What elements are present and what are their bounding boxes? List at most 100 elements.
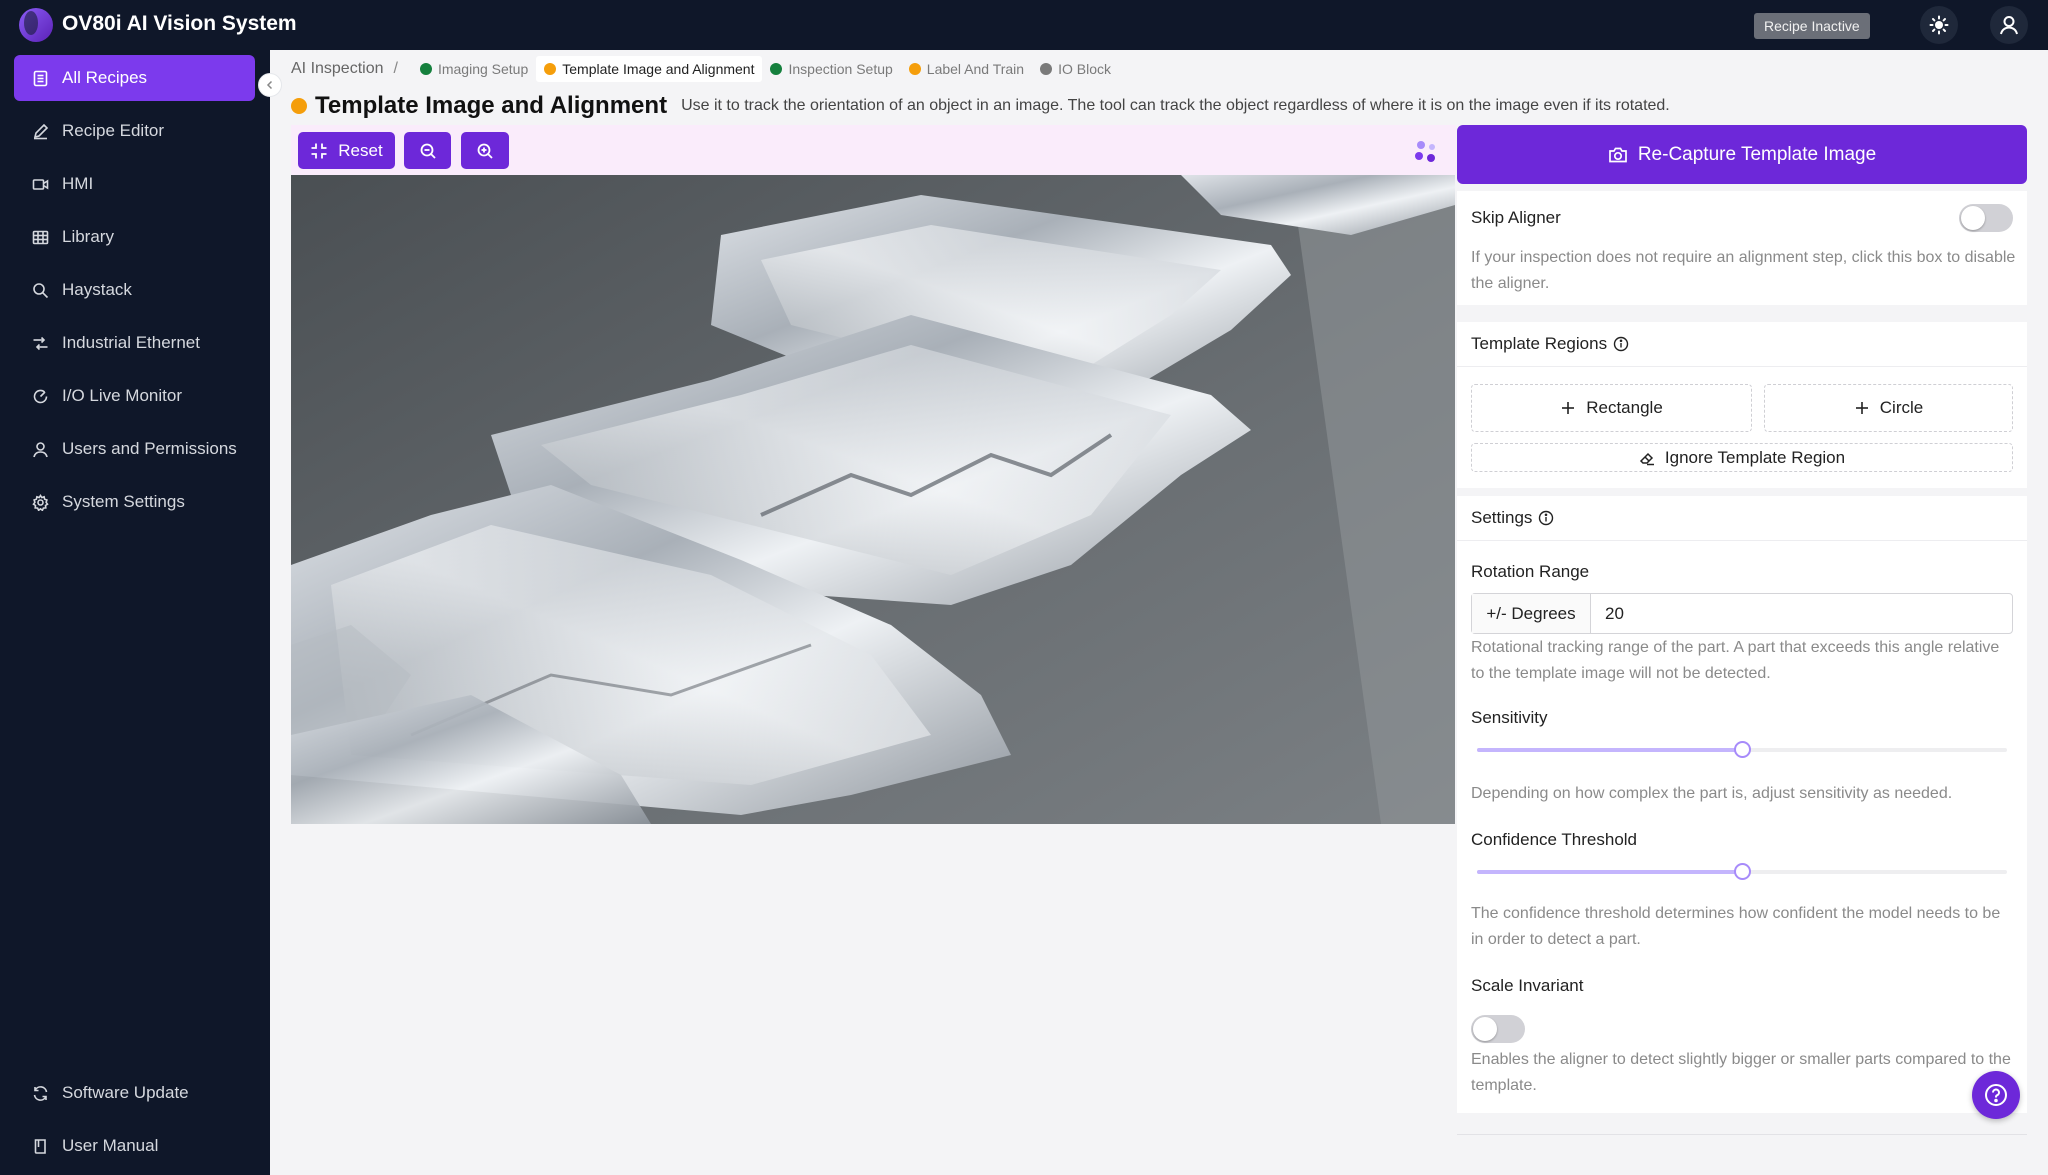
sidebar-item-industrial-ethernet[interactable]: Industrial Ethernet (14, 320, 255, 366)
zoom-out-icon (420, 143, 436, 159)
divider (1457, 540, 2027, 541)
skip-aligner-help: If your inspection does not require an a… (1471, 249, 2016, 292)
reset-button[interactable]: Reset (298, 132, 395, 169)
rectangle-label: Rectangle (1586, 398, 1663, 417)
sidebar-item-label: Recipe Editor (62, 121, 165, 140)
image-toolbar: Reset (291, 125, 1456, 175)
sidebar-item-system-settings[interactable]: System Settings (14, 479, 255, 525)
slider-fill (1477, 870, 1742, 874)
scale-invariant-help: Enables the aligner to detect slightly b… (1471, 1051, 2011, 1094)
confidence-threshold-slider[interactable] (1477, 863, 2007, 880)
plus-icon (1562, 402, 1575, 414)
zoom-in-icon (477, 143, 493, 159)
slider-handle[interactable] (1734, 863, 1751, 880)
step-label: Template Image and Alignment (562, 61, 755, 77)
help-button[interactable] (1972, 1071, 2020, 1119)
sidebar-item-all-recipes[interactable]: All Recipes (14, 55, 255, 101)
alignment-settings-panel: Re-Capture Template Image Skip Aligner I… (1457, 125, 2027, 1135)
step-label: Label And Train (926, 61, 1025, 77)
skip-aligner-toggle[interactable] (1959, 204, 2013, 232)
info-icon[interactable] (1538, 510, 1554, 526)
step-label: IO Block (1058, 61, 1111, 77)
refresh-icon (33, 1085, 48, 1101)
recipe-status-badge: Recipe Inactive (1754, 13, 1870, 39)
scale-invariant-toggle[interactable] (1471, 1015, 1525, 1043)
breadcrumb: AI Inspection / Imaging Setup Template I… (291, 56, 1119, 82)
zoom-out-button[interactable] (404, 132, 451, 169)
circle-label: Circle (1879, 398, 1924, 417)
reset-label: Reset (338, 140, 383, 160)
step-label: Imaging Setup (437, 61, 529, 77)
step-label: Inspection Setup (788, 61, 893, 77)
sidebar-item-label: Software Update (62, 1083, 189, 1102)
recapture-label: Re-Capture Template Image (1637, 143, 1877, 165)
confidence-threshold-label: Confidence Threshold (1471, 830, 1638, 849)
status-dot (419, 63, 432, 75)
template-image-canvas[interactable] (291, 175, 1455, 824)
sidebar-item-label: HMI (62, 174, 94, 193)
eraser-icon (1639, 452, 1654, 465)
sidebar-item-user-manual[interactable]: User Manual (14, 1123, 255, 1169)
status-dot (544, 63, 557, 75)
settings-title: Settings (1471, 508, 1533, 527)
step-inspection-setup[interactable]: Inspection Setup (762, 56, 900, 82)
user-icon (33, 441, 48, 457)
breadcrumb-root[interactable]: AI Inspection (291, 60, 384, 78)
step-template-image-alignment[interactable]: Template Image and Alignment (536, 56, 763, 82)
grid-icon (32, 230, 49, 244)
sidebar-item-label: I/O Live Monitor (62, 386, 182, 405)
rotation-range-label: Rotation Range (1471, 562, 1590, 581)
top-bar: OV80i AI Vision System Recipe Inactive (0, 0, 2048, 50)
sensitivity-help: Depending on how complex the part is, ad… (1471, 785, 1953, 802)
sidebar-item-software-update[interactable]: Software Update (14, 1070, 255, 1116)
add-circle-button[interactable]: Circle (1764, 384, 2013, 432)
slider-fill (1477, 748, 1742, 752)
sensitivity-label: Sensitivity (1471, 708, 1548, 727)
step-io-block[interactable]: IO Block (1032, 56, 1119, 82)
rotation-range-input[interactable] (1591, 594, 2012, 633)
sensitivity-slider[interactable] (1477, 741, 2007, 758)
chevron-left-icon (266, 80, 273, 90)
sidebar-item-library[interactable]: Library (14, 214, 255, 260)
sidebar-item-io-live-monitor[interactable]: I/O Live Monitor (14, 373, 255, 419)
info-icon[interactable] (1613, 336, 1629, 352)
divider (1457, 366, 2027, 367)
sidebar-collapse-button[interactable] (258, 73, 282, 97)
fit-screen-icon (311, 143, 327, 158)
sidebar-item-users-permissions[interactable]: Users and Permissions (14, 426, 255, 472)
step-label-and-train[interactable]: Label And Train (901, 56, 1032, 82)
sidebar-item-label: All Recipes (62, 68, 148, 87)
rotation-range-input-group: +/- Degrees (1471, 593, 2013, 634)
slider-handle[interactable] (1734, 741, 1751, 758)
step-imaging-setup[interactable]: Imaging Setup (412, 56, 536, 82)
app-title: OV80i AI Vision System (62, 12, 297, 35)
template-image (291, 175, 1455, 824)
ignore-template-region-button[interactable]: Ignore Template Region (1471, 443, 2013, 472)
skip-aligner-card: Skip Aligner If your inspection does not… (1457, 191, 2027, 305)
sidebar-item-label: Industrial Ethernet (62, 333, 200, 352)
sidebar-item-label: Haystack (62, 280, 132, 299)
recapture-template-button[interactable]: Re-Capture Template Image (1457, 125, 2027, 184)
template-regions-title: Template Regions (1471, 334, 1608, 353)
sidebar-item-hmi[interactable]: HMI (14, 161, 255, 207)
user-profile-button[interactable] (1990, 6, 2028, 44)
plus-icon (1855, 402, 1868, 414)
book-icon (34, 1138, 46, 1154)
template-regions-card: Template Regions Rectangle Circle Ignore… (1457, 322, 2027, 488)
video-icon (32, 178, 49, 190)
settings-header: Settings (1471, 508, 1554, 528)
theme-toggle-button[interactable] (1920, 6, 1958, 44)
sidebar-item-haystack[interactable]: Haystack (14, 267, 255, 313)
sun-icon (1929, 15, 1949, 35)
sidebar-item-recipe-editor[interactable]: Recipe Editor (14, 108, 255, 154)
divider (1457, 1134, 2027, 1135)
zoom-in-button[interactable] (461, 132, 509, 169)
gear-icon (32, 493, 49, 511)
user-icon (2000, 16, 2018, 35)
ignore-template-region-label: Ignore Template Region (1664, 447, 1846, 467)
add-rectangle-button[interactable]: Rectangle (1471, 384, 1752, 432)
camera-icon (1608, 147, 1627, 162)
sidebar-item-label: User Manual (62, 1136, 159, 1155)
recipes-list-icon (33, 70, 48, 86)
degrees-unit-addon: +/- Degrees (1472, 594, 1591, 633)
